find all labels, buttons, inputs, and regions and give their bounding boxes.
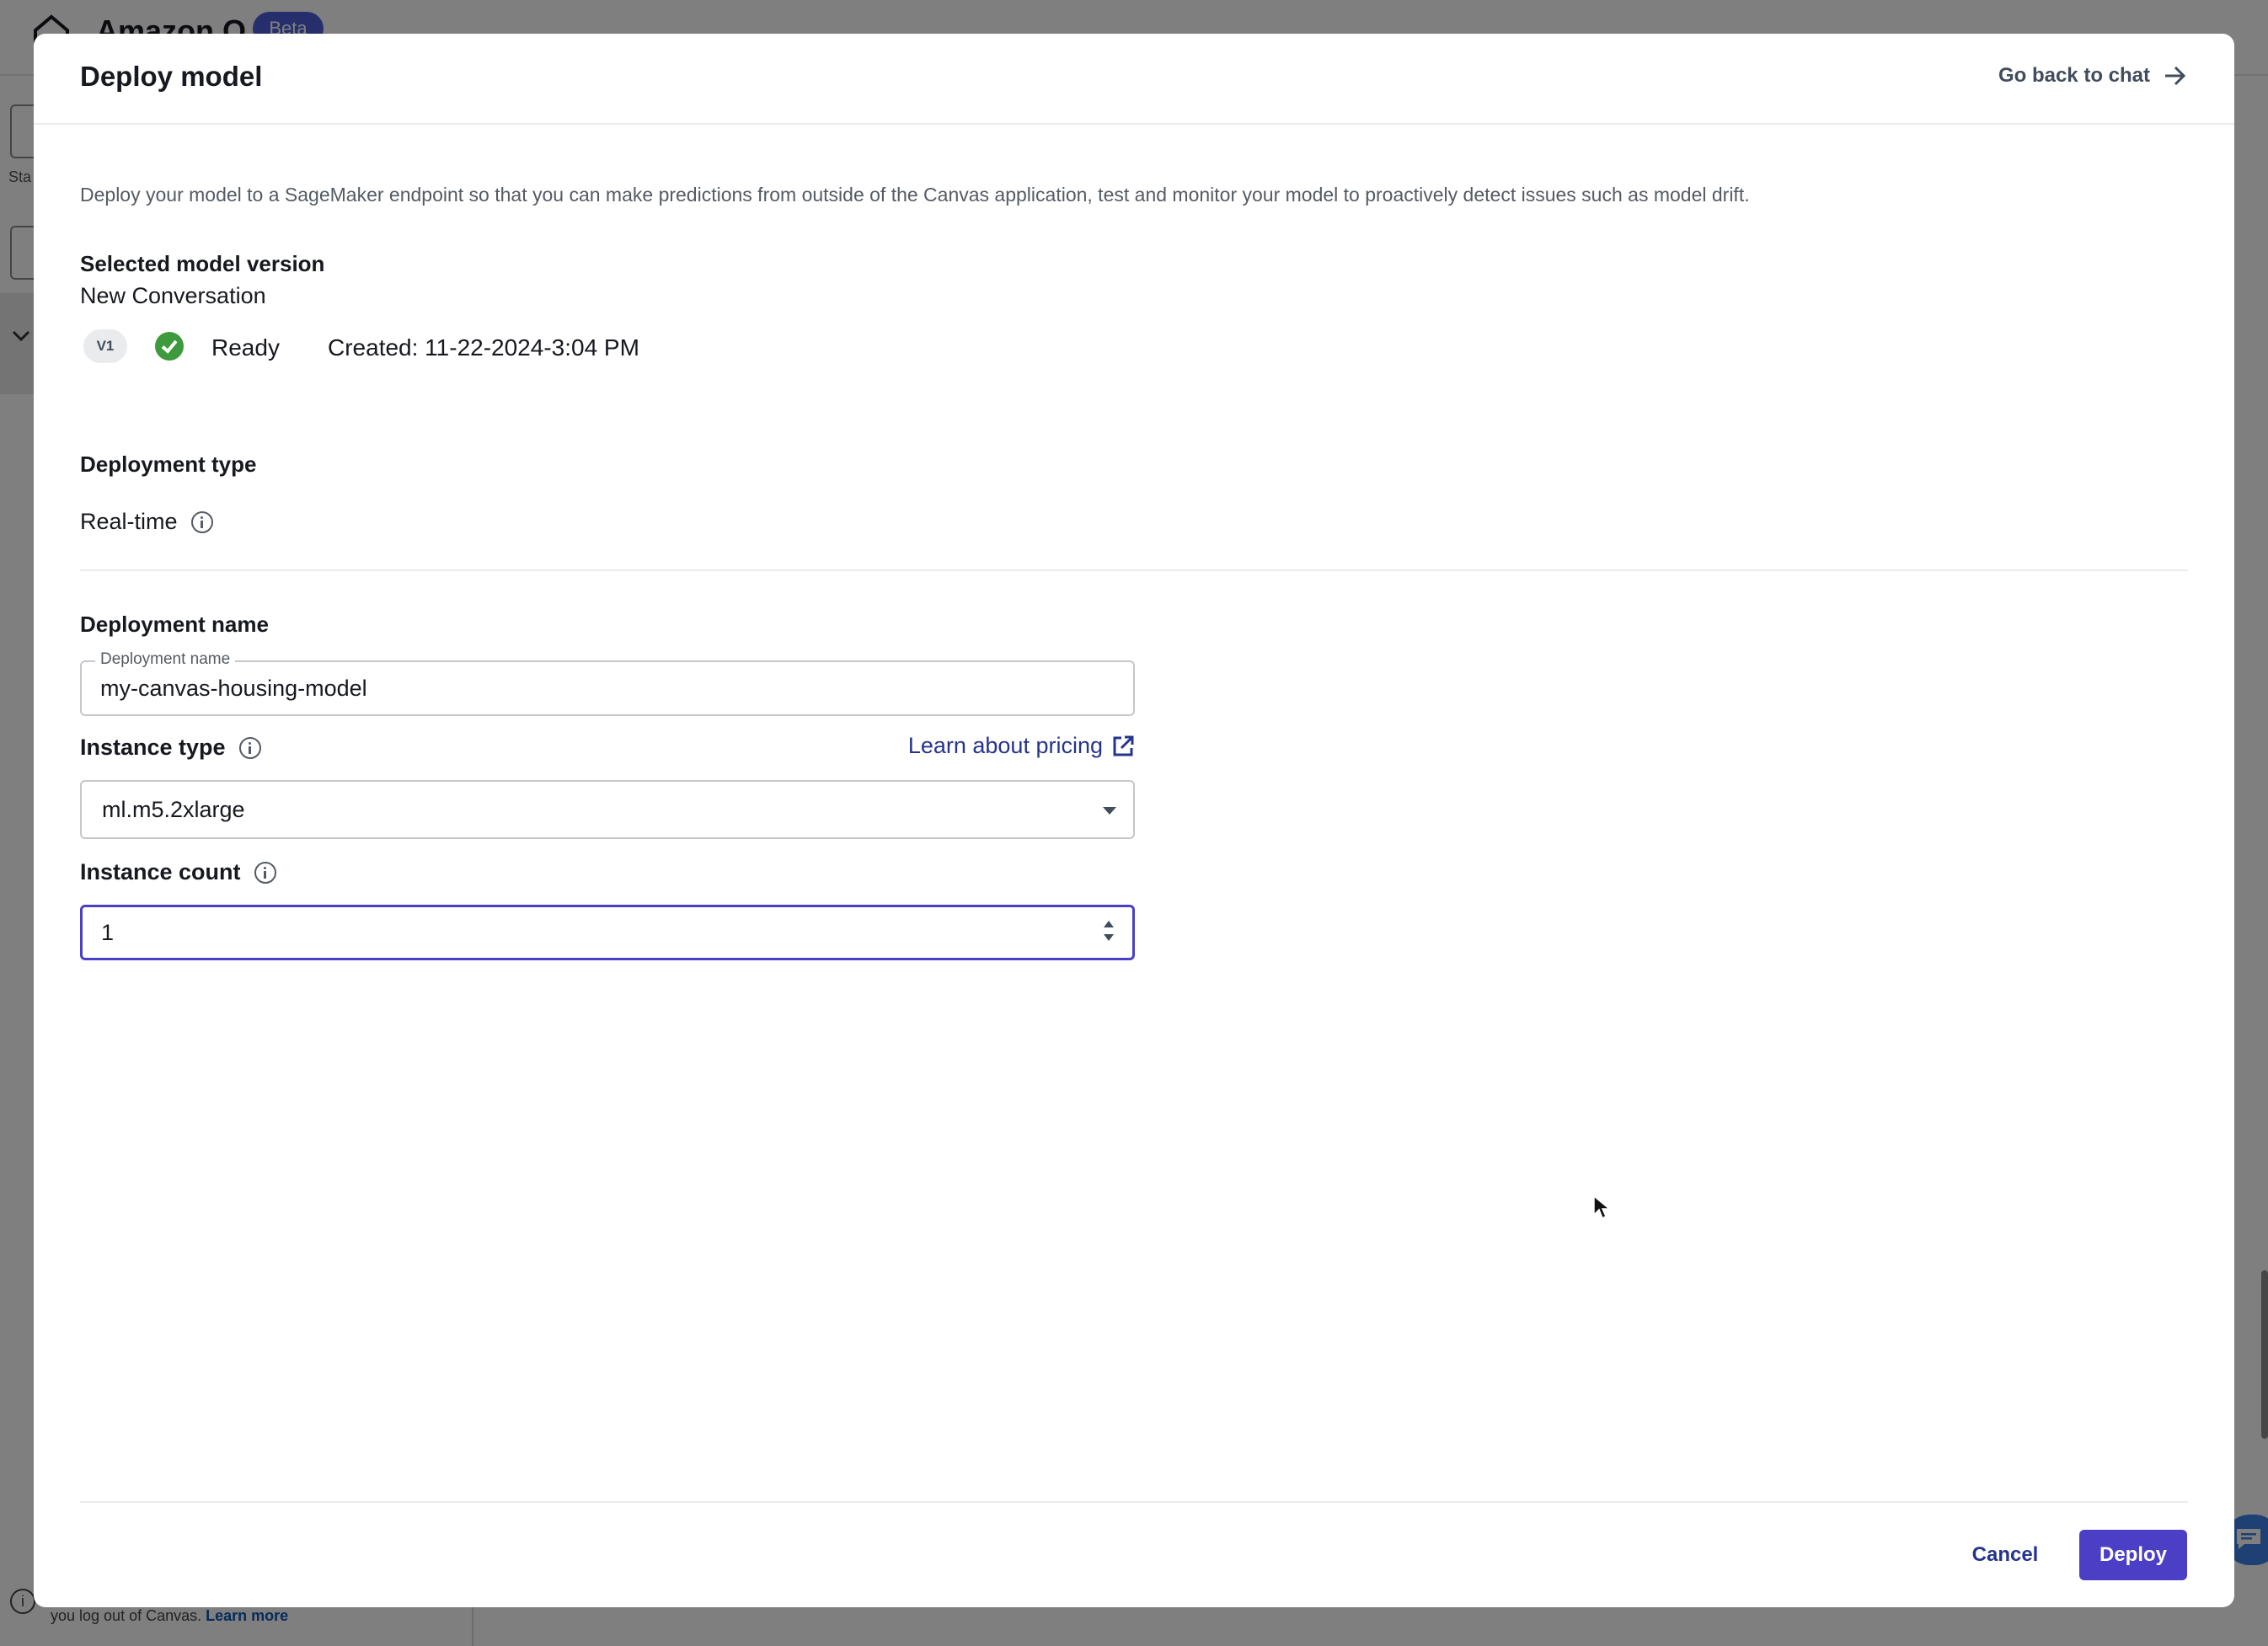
learn-about-pricing-link[interactable]: Learn about pricing [908, 733, 1135, 759]
deployment-type-value-row: Real-time [80, 509, 213, 535]
instance-count-label-group: Instance count [80, 859, 276, 885]
instance-count-value: 1 [101, 920, 115, 945]
arrow-right-icon [2165, 66, 2186, 86]
instance-type-label-group: Instance type [80, 735, 261, 761]
deployment-name-floating-label: Deployment name [95, 650, 236, 669]
status-text: Ready [211, 334, 280, 361]
learn-about-pricing-label: Learn about pricing [907, 733, 1103, 758]
info-icon[interactable] [254, 861, 276, 884]
cancel-button[interactable]: Cancel [1963, 1530, 2047, 1580]
instance-count-input[interactable]: 1 [80, 905, 1135, 960]
section-divider [80, 569, 2188, 571]
deployment-name-input[interactable]: Deployment name my-canvas-housing-model [80, 650, 1135, 716]
deploy-model-modal: Deploy model Go back to chat Deploy your… [34, 34, 2234, 1607]
selected-model-heading: Selected model version [80, 251, 325, 276]
footer-divider [80, 1501, 2188, 1503]
modal-title: Deploy model [80, 61, 263, 92]
modal-description: Deploy your model to a SageMaker endpoin… [80, 184, 1750, 206]
external-link-icon [1113, 735, 1134, 756]
stepper-up-icon[interactable] [1104, 921, 1114, 927]
instance-type-label: Instance type [80, 735, 226, 760]
deployment-type-value: Real-time [80, 509, 178, 534]
deployment-name-value: my-canvas-housing-model [100, 676, 367, 701]
instance-type-label-row: Instance type Learn about pricing [80, 731, 1135, 765]
go-back-label: Go back to chat [1998, 64, 2150, 87]
instance-type-select[interactable]: ml.m5.2xlarge [80, 780, 1135, 839]
instance-count-label: Instance count [80, 859, 241, 884]
mouse-cursor-icon [1593, 1194, 1612, 1220]
deployment-name-heading: Deployment name [80, 612, 269, 637]
version-badge: V1 [83, 329, 127, 363]
caret-down-icon [1103, 807, 1116, 815]
quantity-stepper[interactable] [1102, 919, 1115, 946]
stepper-down-icon[interactable] [1104, 934, 1114, 941]
created-timestamp: Created: 11-22-2024-3:04 PM [328, 334, 639, 361]
check-circle-icon [155, 332, 184, 361]
go-back-to-chat-button[interactable]: Go back to chat [1998, 64, 2187, 88]
instance-count-label-row: Instance count [80, 856, 1135, 890]
info-icon[interactable] [190, 510, 213, 533]
info-icon[interactable] [238, 736, 261, 759]
instance-type-selected: ml.m5.2xlarge [102, 797, 245, 822]
modal-header: Deploy model Go back to chat [34, 34, 2234, 125]
model-name: New Conversation [80, 283, 266, 308]
deploy-button[interactable]: Deploy [2079, 1530, 2187, 1580]
deployment-type-heading: Deployment type [80, 452, 257, 477]
model-version-row: V1 Ready Created: 11-22-2024-3:04 PM [80, 326, 1091, 368]
